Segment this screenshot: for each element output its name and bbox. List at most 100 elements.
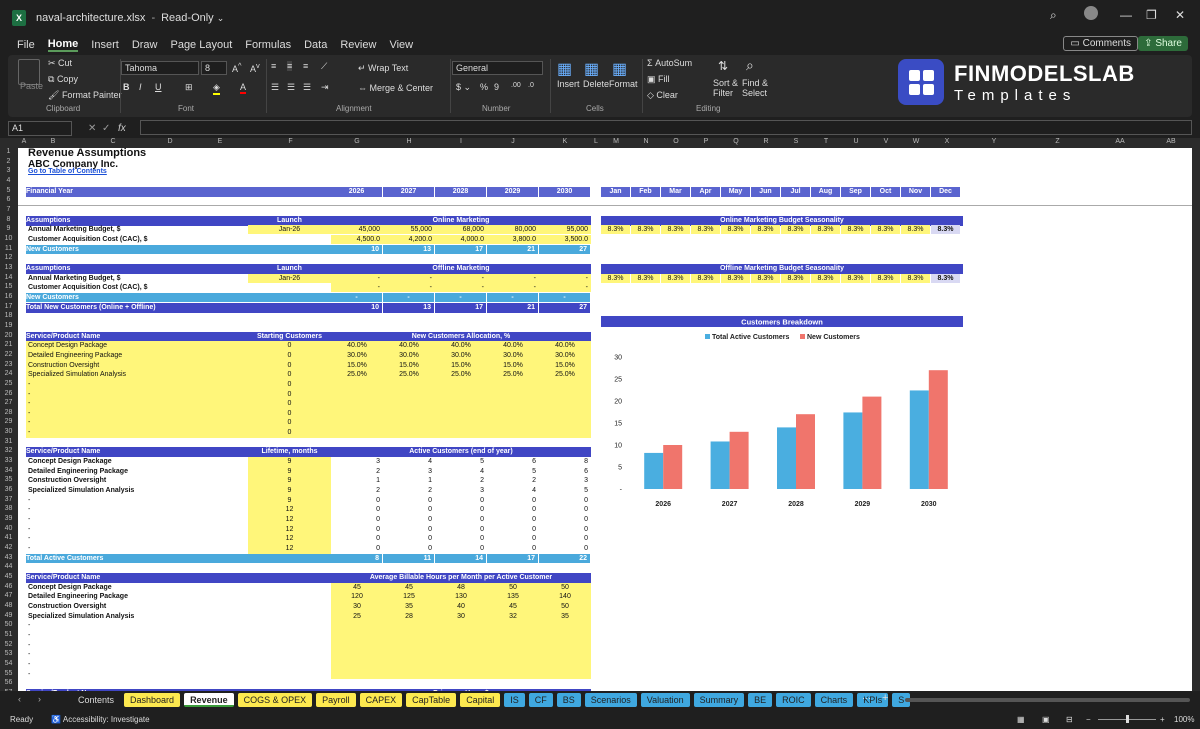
offline-newcust-cell[interactable]: -	[487, 292, 538, 302]
online-cac-cell[interactable]: 3,500.0	[539, 234, 591, 244]
total-new-cell[interactable]: 13	[383, 302, 434, 313]
hours-row-name[interactable]: Construction Oversight	[28, 602, 248, 611]
alloc-cell[interactable]	[383, 390, 435, 399]
hours-cell[interactable]	[435, 670, 487, 679]
active-cell[interactable]: 5	[539, 486, 591, 495]
active-life-cell[interactable]: 9	[248, 486, 331, 495]
active-section-header[interactable]: Active Customers (end of year)	[331, 447, 591, 458]
row-header[interactable]: 54	[0, 660, 17, 667]
active-total-cell[interactable]: 14	[435, 553, 486, 563]
alloc-cell[interactable]: 15.0%	[487, 361, 539, 370]
row-header[interactable]: 37	[0, 496, 17, 503]
active-life-cell[interactable]: 9	[248, 457, 331, 466]
offline-season-cell[interactable]: 8.3%	[751, 273, 780, 283]
menu-view[interactable]: View	[389, 39, 413, 51]
online-season-cell[interactable]: 8.3%	[661, 225, 690, 235]
column-header[interactable]: Q	[721, 138, 751, 145]
menu-review[interactable]: Review	[340, 39, 376, 51]
row-header[interactable]: 19	[0, 322, 17, 329]
column-header[interactable]: T	[811, 138, 841, 145]
hours-cell[interactable]: 28	[383, 612, 435, 621]
row-header[interactable]: 38	[0, 505, 17, 512]
menu-formulas[interactable]: Formulas	[245, 39, 291, 51]
alloc-cell[interactable]	[331, 428, 383, 437]
hours-row-name[interactable]: -	[28, 631, 248, 640]
alloc-cell[interactable]	[383, 428, 435, 437]
avatar[interactable]	[1084, 6, 1098, 20]
active-cell[interactable]: 0	[331, 505, 383, 514]
active-row-name[interactable]: -	[28, 496, 248, 505]
menu-draw[interactable]: Draw	[132, 39, 158, 51]
tab-contents[interactable]: Contents	[72, 693, 121, 707]
format-cells-icon[interactable]: ▦	[612, 59, 627, 79]
align-center-icon[interactable]: ☰	[287, 82, 295, 93]
hours-row-name[interactable]: Detailed Engineering Package	[28, 592, 248, 601]
month-header[interactable]: Oct	[871, 186, 900, 197]
offline-season-cell[interactable]: 8.3%	[691, 273, 720, 283]
font-size-select[interactable]: 8	[201, 61, 227, 75]
online-newcust-cell[interactable]: 27	[539, 244, 590, 254]
zoom-in-icon[interactable]: +	[1160, 715, 1165, 724]
sort-icon[interactable]: ⇅	[718, 59, 728, 73]
active-cell[interactable]: 0	[383, 544, 435, 553]
alloc-cell[interactable]	[487, 380, 539, 389]
cut-button[interactable]: ✂ Cut	[48, 58, 72, 69]
month-header[interactable]: Sep	[841, 186, 870, 197]
offline-budget-cell[interactable]: -	[487, 273, 539, 283]
hours-cell[interactable]	[331, 621, 383, 630]
alloc-cell[interactable]	[539, 390, 591, 399]
active-life-cell[interactable]: 12	[248, 525, 331, 534]
offline-season-cell[interactable]: 8.3%	[811, 273, 840, 283]
hours-cell[interactable]: 50	[539, 583, 591, 592]
check-icon[interactable]: ✓	[102, 123, 110, 134]
offline-cac-cell[interactable]: -	[487, 283, 539, 293]
active-life-cell[interactable]: 12	[248, 544, 331, 553]
year-header[interactable]: 2027	[383, 186, 434, 197]
offline-budget-cell[interactable]: -	[435, 273, 487, 283]
online-season-cell[interactable]: 8.3%	[901, 225, 930, 235]
column-header[interactable]: H	[383, 138, 435, 145]
active-cell[interactable]: 8	[539, 457, 591, 466]
row-header[interactable]: 21	[0, 341, 17, 348]
row-header[interactable]: 5	[0, 187, 17, 194]
alloc-cell[interactable]: 40.0%	[331, 341, 383, 350]
font-shrink-icon[interactable]: Av	[250, 61, 260, 74]
month-header[interactable]: Dec	[931, 186, 960, 197]
comments-button[interactable]: ▭ Comments	[1063, 36, 1138, 51]
alloc-cell[interactable]	[487, 418, 539, 427]
offline-season-cell[interactable]: 8.3%	[871, 273, 900, 283]
alloc-cell[interactable]: 30.0%	[383, 351, 435, 360]
alloc-start-cell[interactable]: 0	[248, 361, 331, 370]
column-header[interactable]: S	[781, 138, 811, 145]
month-header[interactable]: Apr	[691, 186, 720, 197]
hours-cell[interactable]	[383, 641, 435, 650]
column-header[interactable]: J	[487, 138, 539, 145]
row-header[interactable]: 30	[0, 428, 17, 435]
hours-cell[interactable]: 130	[435, 592, 487, 601]
month-header[interactable]: Feb	[631, 186, 660, 197]
active-row-name[interactable]: -	[28, 534, 248, 543]
row-header[interactable]: 8	[0, 216, 17, 223]
decrease-decimal-icon[interactable]: .0	[528, 82, 534, 89]
column-header[interactable]: M	[601, 138, 631, 145]
underline-button[interactable]: U	[155, 82, 162, 92]
alloc-cell[interactable]: 25.0%	[539, 370, 591, 379]
hours-cell[interactable]	[539, 650, 591, 659]
font-color-icon[interactable]: A	[240, 82, 247, 94]
offline-season-cell[interactable]: 8.3%	[901, 273, 930, 283]
hours-row-name[interactable]: -	[28, 650, 248, 659]
hours-cell[interactable]	[487, 670, 539, 679]
row-header[interactable]: 34	[0, 467, 17, 474]
month-header[interactable]: May	[721, 186, 750, 197]
hours-cell[interactable]	[539, 641, 591, 650]
row-header[interactable]: 56	[0, 679, 17, 686]
row-header[interactable]: 55	[0, 670, 17, 677]
chevron-down-icon[interactable]: ⌄	[217, 13, 225, 24]
hours-cell[interactable]: 35	[383, 602, 435, 611]
alloc-cell[interactable]	[539, 418, 591, 427]
alloc-cell[interactable]: 15.0%	[539, 361, 591, 370]
alloc-start-cell[interactable]: 0	[248, 390, 331, 399]
assumptions-header[interactable]: Assumptions	[26, 263, 248, 274]
hours-cell[interactable]	[331, 650, 383, 659]
online-cac-cell[interactable]: 4,200.0	[383, 234, 435, 244]
